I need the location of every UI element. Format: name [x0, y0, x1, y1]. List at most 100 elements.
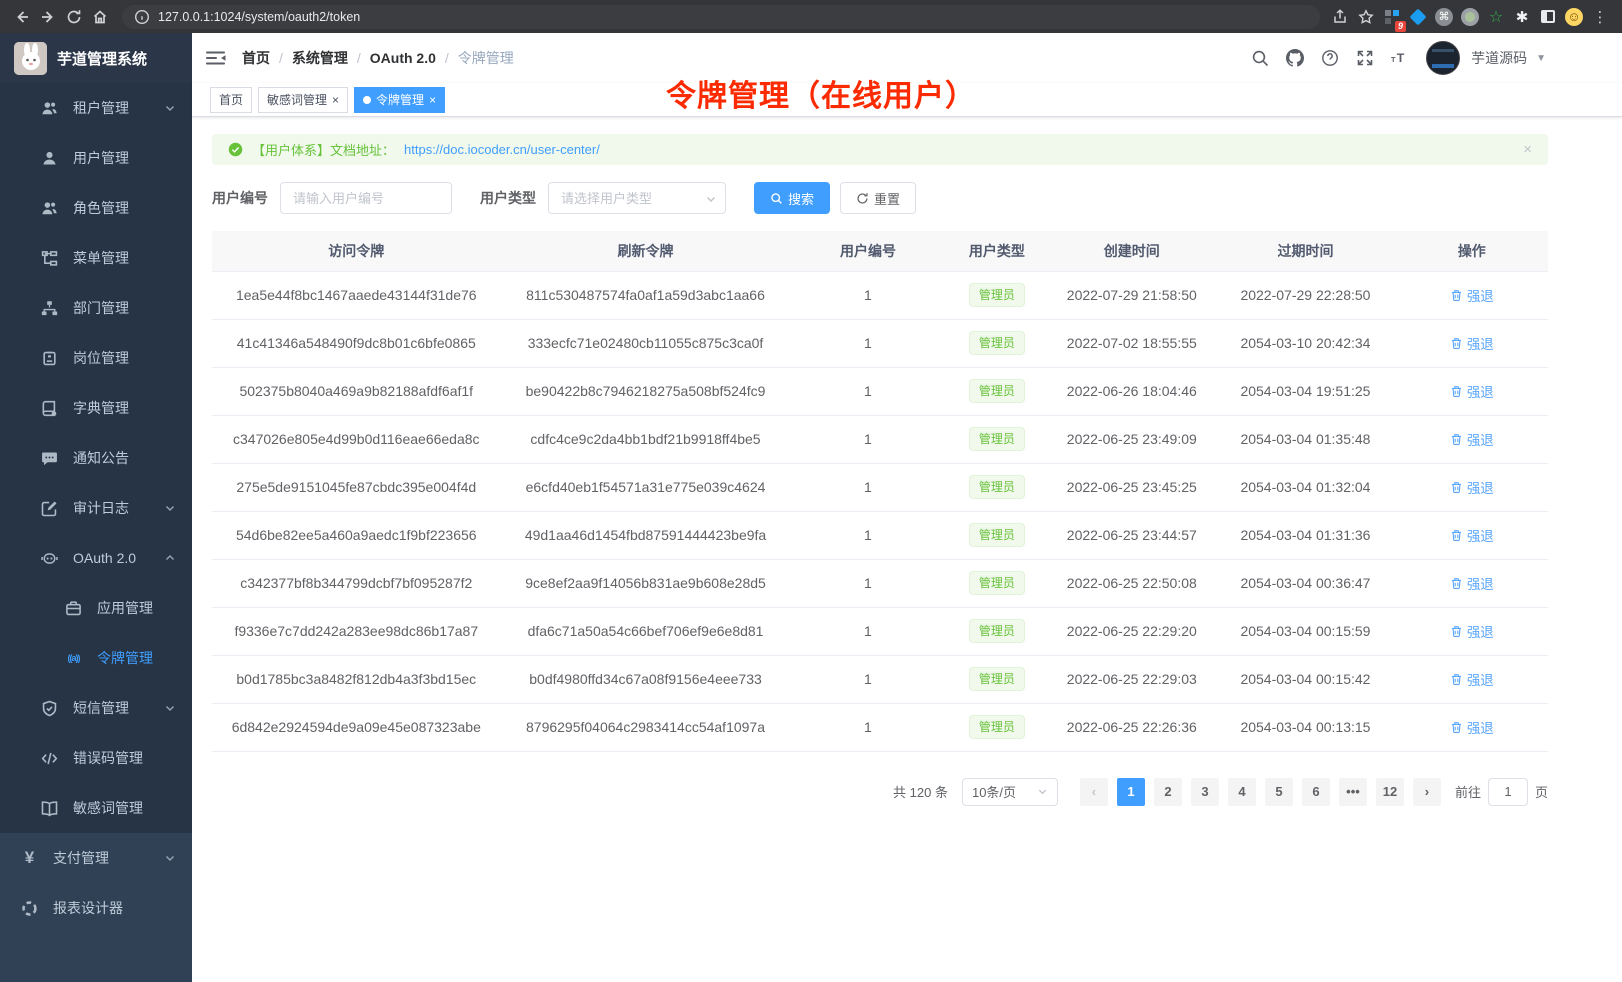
sidebar-item-menu-management[interactable]: 菜单管理 [0, 233, 192, 283]
bookmark-star-icon[interactable] [1354, 5, 1378, 29]
tab-close-icon[interactable]: × [429, 94, 436, 106]
browser-home-icon[interactable] [88, 5, 112, 29]
alert-close-icon[interactable]: × [1523, 141, 1532, 158]
sidebar-item-notice-announcement[interactable]: 通知公告 [0, 433, 192, 483]
trash-icon [1450, 529, 1463, 542]
breadcrumb-item[interactable]: OAuth 2.0 [370, 50, 436, 66]
breadcrumb-item[interactable]: 系统管理 [292, 48, 348, 68]
breadcrumb-item[interactable]: 首页 [242, 48, 270, 68]
tab-close-icon[interactable]: × [332, 94, 339, 106]
page-button-12[interactable]: 12 [1376, 778, 1404, 806]
force-logout-button[interactable]: 强退 [1450, 381, 1494, 401]
page-button-2[interactable]: 2 [1154, 778, 1182, 806]
gem-extension-icon[interactable] [1406, 5, 1430, 29]
pager-ellipsis[interactable]: ••• [1339, 778, 1367, 806]
sidebar-item-token-management[interactable]: ((a))令牌管理 [0, 633, 192, 683]
star-extension-icon[interactable]: ☆ [1484, 5, 1508, 29]
pagination: 共 120 条 10条/页 ‹123456•••12› 前往 页 [212, 778, 1548, 806]
github-icon[interactable] [1286, 49, 1304, 67]
sidebar-item-report-designer[interactable]: 报表设计器 [0, 883, 192, 933]
help-icon[interactable] [1321, 49, 1339, 67]
page-button-5[interactable]: 5 [1265, 778, 1293, 806]
force-logout-button[interactable]: 强退 [1450, 333, 1494, 353]
sidebar-item-department-management[interactable]: 部门管理 [0, 283, 192, 333]
site-info-icon[interactable] [134, 5, 150, 29]
force-logout-button[interactable]: 强退 [1450, 429, 1494, 449]
user-menu-caret-icon[interactable]: ▼ [1536, 53, 1546, 64]
command-extension-icon[interactable]: ⌘ [1432, 5, 1456, 29]
tab-令牌管理[interactable]: 令牌管理× [354, 87, 445, 113]
user-avatar[interactable] [1426, 41, 1460, 75]
force-logout-button[interactable]: 强退 [1450, 285, 1494, 305]
created-at-cell: 2022-06-26 18:04:46 [1048, 367, 1215, 415]
collapse-sidebar-icon[interactable] [206, 50, 226, 66]
reset-button[interactable]: 重置 [840, 182, 916, 214]
token-table: 访问令牌刷新令牌用户编号用户类型创建时间过期时间操作 1ea5e44f8bc14… [212, 231, 1548, 752]
page-size-select[interactable]: 10条/页 [962, 778, 1058, 806]
expires-at-cell: 2054-03-04 00:15:59 [1215, 607, 1395, 655]
user-type-badge: 管理员 [969, 667, 1025, 691]
search-icon[interactable] [1251, 49, 1269, 67]
force-logout-button[interactable]: 强退 [1450, 477, 1494, 497]
force-logout-button[interactable]: 强退 [1450, 573, 1494, 593]
browser-forward-icon[interactable] [36, 5, 60, 29]
user-type-label: 用户类型 [480, 188, 536, 208]
app-logo[interactable]: 芋道管理系统 [0, 33, 192, 83]
browser-menu-icon[interactable]: ⋮ [1588, 5, 1612, 29]
sidebar-item-user-management[interactable]: 用户管理 [0, 133, 192, 183]
emoji-extension-icon[interactable]: ☺ [1562, 5, 1586, 29]
sidebar-item-sensitive-word-management[interactable]: 敏感词管理 [0, 783, 192, 833]
browser-toolbar: 127.0.0.1:1024/system/oauth2/token 9 ⌘ ☆… [0, 0, 1622, 33]
total-count: 共 120 条 [893, 782, 948, 801]
browser-back-icon[interactable] [10, 5, 34, 29]
user-id-cell: 1 [790, 511, 945, 559]
user-type-badge: 管理员 [969, 715, 1025, 739]
user-id-cell: 1 [790, 271, 945, 319]
sidebar-item-oauth2[interactable]: OAuth 2.0 [0, 533, 192, 583]
sidebar-item-dictionary-management[interactable]: 字典管理 [0, 383, 192, 433]
user-id-cell: 1 [790, 463, 945, 511]
column-header: 访问令牌 [212, 231, 501, 271]
side-panel-icon[interactable] [1536, 5, 1560, 29]
signal-icon: ((a)) [64, 649, 83, 667]
user-id-input[interactable] [280, 182, 452, 214]
sidebar-item-application-management[interactable]: 应用管理 [0, 583, 192, 633]
search-button[interactable]: 搜索 [754, 182, 830, 214]
sidebar-item-payment-management[interactable]: ¥支付管理 [0, 833, 192, 883]
sidebar-item-role-management[interactable]: 角色管理 [0, 183, 192, 233]
record-extension-icon[interactable] [1458, 5, 1482, 29]
next-page-button[interactable]: › [1413, 778, 1441, 806]
user-icon [40, 149, 59, 167]
page-button-6[interactable]: 6 [1302, 778, 1330, 806]
goto-page-input[interactable] [1488, 778, 1528, 806]
force-logout-button[interactable]: 强退 [1450, 525, 1494, 545]
username[interactable]: 芋道源码 [1471, 48, 1527, 68]
user-type-select[interactable] [548, 182, 726, 214]
sidebar-item-audit-log[interactable]: 审计日志 [0, 483, 192, 533]
extension-blocks-icon[interactable]: 9 [1380, 5, 1404, 29]
page-button-3[interactable]: 3 [1191, 778, 1219, 806]
page-button-4[interactable]: 4 [1228, 778, 1256, 806]
tab-首页[interactable]: 首页 [210, 87, 252, 113]
page-button-1[interactable]: 1 [1117, 778, 1145, 806]
sidebar-item-sms-management[interactable]: 短信管理 [0, 683, 192, 733]
sidebar-item-position-management[interactable]: 岗位管理 [0, 333, 192, 383]
comment-icon [40, 449, 59, 467]
table-row: c347026e805e4d99b0d116eae66eda8ccdfc4ce9… [212, 415, 1548, 463]
doc-link[interactable]: https://doc.iocoder.cn/user-center/ [404, 142, 600, 157]
force-logout-button[interactable]: 强退 [1450, 717, 1494, 737]
annotation-overlay: 令牌管理（在线用户） [666, 71, 976, 115]
force-logout-button[interactable]: 强退 [1450, 669, 1494, 689]
fullscreen-icon[interactable] [1356, 49, 1374, 67]
pinwheel-extension-icon[interactable]: ✱ [1510, 5, 1534, 29]
user-type-badge: 管理员 [969, 619, 1025, 643]
sidebar-item-tenant-management[interactable]: 租户管理 [0, 83, 192, 133]
address-bar[interactable]: 127.0.0.1:1024/system/oauth2/token [122, 5, 1320, 29]
tab-敏感词管理[interactable]: 敏感词管理× [258, 87, 348, 113]
force-logout-button[interactable]: 强退 [1450, 621, 1494, 641]
font-size-icon[interactable]: TT [1391, 49, 1409, 67]
life-ring-icon [20, 899, 39, 917]
sidebar-item-error-code-management[interactable]: 错误码管理 [0, 733, 192, 783]
browser-reload-icon[interactable] [62, 5, 86, 29]
share-icon[interactable] [1328, 5, 1352, 29]
